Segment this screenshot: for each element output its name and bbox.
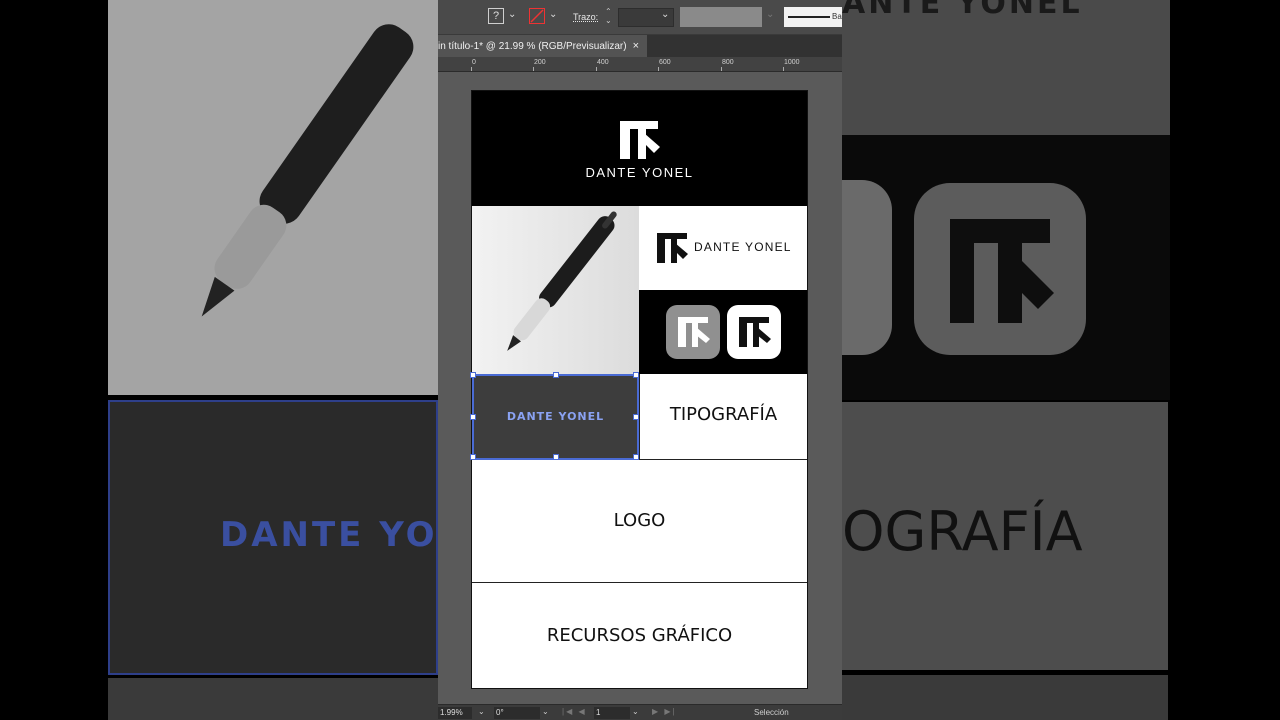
app-icon-white[interactable]	[727, 305, 781, 359]
ruler-mark	[783, 67, 784, 71]
selected-text-frame[interactable]: DANTE YONEL	[470, 372, 639, 460]
ruler-tick: 600	[659, 59, 671, 66]
pen-mockup[interactable]	[472, 206, 639, 374]
chevron-down-icon[interactable]: ⌄	[766, 9, 774, 20]
background-ghost-title: ANTE YONEL	[842, 0, 1083, 21]
canvas-area[interactable]: DANTE YONEL DANTE YONEL DANTE YONEL TIPO…	[438, 72, 842, 704]
status-bar: 1.99% ⌄ 0° ⌄ |◀ ◀ 1 ⌄ ▶ ▶| Selección	[438, 704, 842, 720]
document-tab-bar: in título-1* @ 21.99 % (RGB/Previsualiza…	[438, 35, 842, 57]
pen-image	[472, 206, 639, 374]
logo-block[interactable]: LOGO	[472, 460, 807, 583]
tipografia-block[interactable]: TIPOGRAFÍA	[639, 374, 807, 460]
zoom-field[interactable]: 1.99%	[438, 707, 472, 719]
logo-mark-icon	[620, 121, 660, 159]
background-ghost-tipografia: OGRAFÍA	[842, 500, 1083, 563]
recursos-label: RECURSOS GRÁFICO	[546, 625, 733, 646]
document-tab[interactable]: in título-1* @ 21.99 % (RGB/Previsualiza…	[438, 35, 647, 57]
hero-brand-name: DANTE YONEL	[585, 165, 694, 180]
logo-mark-icon	[657, 233, 688, 263]
line-preview	[788, 16, 830, 18]
ruler-mark	[596, 67, 597, 71]
stroke-swatch[interactable]	[529, 8, 545, 24]
document-tab-title: in título-1* @ 21.99 % (RGB/Previsualiza…	[438, 41, 627, 52]
ruler-tick: 0	[472, 59, 476, 66]
background-right: ANTE YONEL OGRAFÍA	[842, 0, 1280, 720]
no-stroke-icon	[530, 9, 544, 23]
chevron-down-icon[interactable]: ⌄	[661, 9, 669, 20]
chevron-down-icon[interactable]: ⌄	[542, 707, 549, 716]
chevron-down-icon[interactable]: ⌄	[508, 9, 516, 20]
logo-mark-icon	[739, 317, 771, 347]
control-bar: ? ⌄ ⌄ Trazo: ⌃ ⌄ ⌄ ⌄ Ba	[438, 0, 842, 35]
tipografia-label: TIPOGRAFÍA	[669, 404, 778, 425]
background-left: DANTE YO	[0, 0, 438, 720]
chevron-down-icon[interactable]: ⌄	[632, 707, 639, 716]
ruler-mark	[471, 67, 472, 71]
app-icons-block[interactable]	[639, 290, 807, 374]
artboard-prev-icon[interactable]: |◀ ◀	[562, 707, 587, 716]
background-gray-icon	[842, 180, 892, 355]
background-bottom-right	[842, 675, 1168, 720]
fill-swatch[interactable]: ?	[488, 8, 504, 24]
ruler-tick: 200	[534, 59, 546, 66]
horizontal-ruler[interactable]: 0 200 400 600 800 1000	[438, 57, 842, 72]
stroke-weight-stepper[interactable]: ⌃ ⌄	[605, 7, 612, 25]
logo-mark-icon	[678, 317, 710, 347]
background-bottom	[108, 678, 438, 720]
horizontal-logo-block[interactable]: DANTE YONEL	[639, 206, 807, 290]
artboard-number-field[interactable]: 1	[594, 707, 630, 719]
horizontal-brand-name: DANTE YONEL	[694, 240, 792, 254]
ruler-tick: 800	[722, 59, 734, 66]
ruler-mark	[658, 67, 659, 71]
recursos-block[interactable]: RECURSOS GRÁFICO	[472, 583, 807, 688]
illustrator-window: ? ⌄ ⌄ Trazo: ⌃ ⌄ ⌄ ⌄ Ba in título-1* @ 21…	[438, 0, 842, 720]
background-dark-icon	[914, 183, 1086, 355]
pen-ghost-icon	[201, 24, 414, 317]
selection-handle[interactable]	[470, 372, 476, 378]
brush-label: Ba	[832, 12, 842, 21]
rotation-field[interactable]: 0°	[494, 707, 540, 719]
selection-handle[interactable]	[470, 414, 476, 420]
stroke-label[interactable]: Trazo:	[573, 12, 598, 22]
background-ghost-brand: DANTE YO	[220, 515, 438, 555]
chevron-down-icon[interactable]: ⌄	[549, 9, 557, 20]
ruler-tick: 400	[597, 59, 609, 66]
variable-width-profile[interactable]	[680, 7, 762, 27]
artboard[interactable]: DANTE YONEL DANTE YONEL DANTE YONEL TIPO…	[470, 90, 808, 689]
selection-handle[interactable]	[553, 372, 559, 378]
logo-mark-icon	[950, 219, 1054, 323]
chevron-down-icon[interactable]: ⌄	[478, 707, 485, 716]
artboard-next-icon[interactable]: ▶ ▶|	[652, 707, 677, 716]
selected-brand-text[interactable]: DANTE YONEL	[474, 410, 637, 423]
current-tool-label: Selección	[754, 708, 789, 717]
brush-definition[interactable]: Ba	[784, 7, 842, 27]
screen: DANTE YO ANTE YONEL OGRAFÍA ? ⌄ ⌄ Trazo:	[0, 0, 1280, 720]
ruler-mark	[533, 67, 534, 71]
close-icon[interactable]: ×	[633, 40, 639, 52]
hero-block[interactable]: DANTE YONEL	[472, 91, 807, 206]
ruler-mark	[721, 67, 722, 71]
ruler-tick: 1000	[784, 59, 800, 66]
logo-label: LOGO	[613, 510, 666, 531]
app-icon-gray[interactable]	[666, 305, 720, 359]
